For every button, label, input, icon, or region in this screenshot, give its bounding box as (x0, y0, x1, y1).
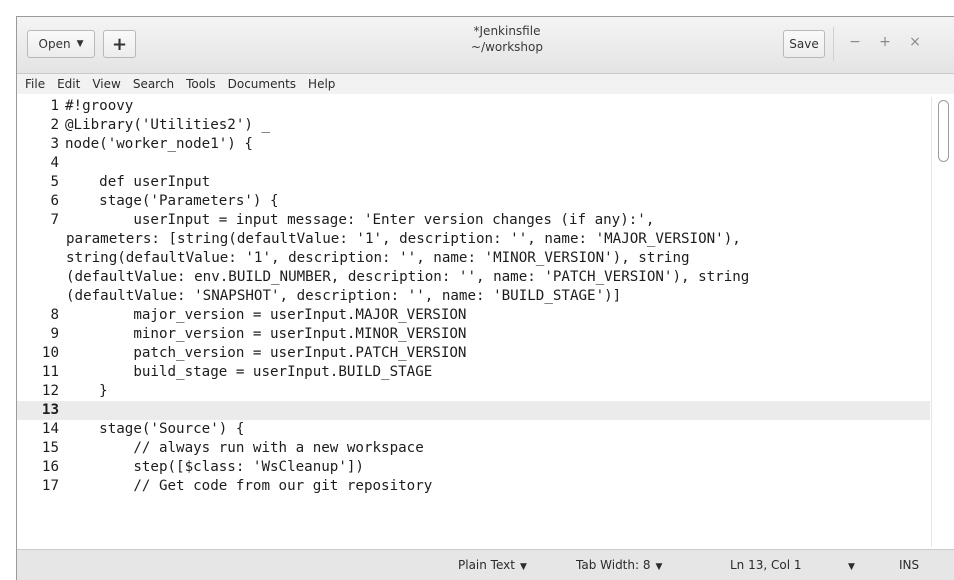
line-text: parameters: [string(defaultValue: '1', d… (66, 231, 741, 247)
line-text: userInput = input message: 'Enter versio… (65, 212, 655, 228)
code-line[interactable]: 7 userInput = input message: 'Enter vers… (17, 211, 930, 230)
menu-edit[interactable]: Edit (51, 74, 86, 94)
line-text: build_stage = userInput.BUILD_STAGE (65, 364, 433, 380)
window-subtitle: ~/workshop (471, 40, 543, 54)
line-number: 9 (50, 326, 59, 342)
cursor-position[interactable]: Ln 13, Col 1 (730, 558, 802, 572)
line-number: 4 (50, 155, 59, 171)
window-title: *Jenkinsfile (473, 24, 541, 38)
line-text: #!groovy (65, 98, 134, 114)
line-text: stage('Source') { (65, 421, 245, 437)
language-label: Plain Text (458, 558, 515, 572)
line-number: 16 (41, 459, 59, 475)
text-editor[interactable]: 1 #!groovy 2 @Library('Utilities2') _ 3 node(… (17, 97, 930, 547)
maximize-button[interactable]: + (877, 34, 893, 50)
code-line[interactable]: 13 (17, 401, 930, 420)
open-button[interactable]: Open ▼ (27, 30, 95, 58)
line-text: step([$class: 'WsCleanup']) (65, 459, 364, 475)
line-number: 17 (41, 478, 59, 494)
insert-mode-indicator[interactable]: INS (899, 558, 919, 572)
chevron-down-icon: ▼ (76, 39, 84, 49)
header-separator (833, 27, 834, 61)
line-number: 8 (50, 307, 59, 323)
code-line[interactable]: 8 major_version = userInput.MAJOR_VERSIO… (17, 306, 930, 325)
code-line[interactable]: (defaultValue: 'SNAPSHOT', description: … (17, 287, 930, 306)
menu-bar: File Edit View Search Tools Documents He… (17, 74, 954, 94)
line-text: @Library('Utilities2') _ (65, 117, 270, 133)
editor-window: Open ▼ + *Jenkinsfile ~/workshop Save − … (16, 16, 954, 580)
line-text: string(defaultValue: '1', description: '… (66, 250, 690, 266)
header-bar: Open ▼ + *Jenkinsfile ~/workshop Save − … (17, 17, 954, 74)
save-button[interactable]: Save (783, 30, 825, 58)
line-text: stage('Parameters') { (65, 193, 279, 209)
language-selector[interactable]: Plain Text ▼ (458, 558, 527, 572)
code-line[interactable]: 2 @Library('Utilities2') _ (17, 116, 930, 135)
line-number: 6 (50, 193, 59, 209)
line-text: } (65, 383, 108, 399)
tab-width-selector[interactable]: Tab Width: 8 ▼ (576, 558, 662, 572)
minimize-button[interactable]: − (847, 34, 863, 50)
line-text: (defaultValue: env.BUILD_NUMBER, descrip… (66, 269, 750, 285)
menu-tools[interactable]: Tools (180, 74, 222, 94)
line-number: 13 (41, 402, 59, 418)
code-line[interactable]: 1 #!groovy (17, 97, 930, 116)
line-text: minor_version = userInput.MINOR_VERSION (65, 326, 467, 342)
line-number: 1 (50, 98, 59, 114)
line-number: 5 (50, 174, 59, 190)
line-text: node('worker_node1') { (65, 136, 253, 152)
code-line[interactable]: 14 stage('Source') { (17, 420, 930, 439)
chevron-down-icon: ▼ (655, 562, 663, 572)
code-line[interactable]: 15 // always run with a new workspace (17, 439, 930, 458)
scrollbar-thumb[interactable] (938, 100, 949, 162)
vertical-scrollbar[interactable] (931, 97, 954, 547)
code-line[interactable]: 9 minor_version = userInput.MINOR_VERSIO… (17, 325, 930, 344)
code-line[interactable]: (defaultValue: env.BUILD_NUMBER, descrip… (17, 268, 930, 287)
line-text: major_version = userInput.MAJOR_VERSION (65, 307, 467, 323)
line-text: patch_version = userInput.PATCH_VERSION (65, 345, 467, 361)
code-line[interactable]: 10 patch_version = userInput.PATCH_VERSI… (17, 344, 930, 363)
code-line[interactable]: 4 (17, 154, 930, 173)
line-number: 3 (50, 136, 59, 152)
menu-help[interactable]: Help (302, 74, 341, 94)
menu-view[interactable]: View (86, 74, 126, 94)
editor-lines: 1 #!groovy 2 @Library('Utilities2') _ 3 node(… (17, 97, 930, 496)
close-button[interactable]: × (907, 34, 923, 50)
title-block: *Jenkinsfile ~/workshop (317, 23, 697, 55)
line-number: 15 (41, 440, 59, 456)
status-bar: Plain Text ▼ Tab Width: 8 ▼ Ln 13, Col 1 ▼… (17, 549, 954, 580)
code-line[interactable]: 16 step([$class: 'WsCleanup']) (17, 458, 930, 477)
line-text: // Get code from our git repository (65, 478, 433, 494)
code-line[interactable]: 5 def userInput (17, 173, 930, 192)
line-number: 7 (50, 212, 59, 228)
line-number: 10 (41, 345, 59, 361)
code-line[interactable]: 17 // Get code from our git repository (17, 477, 930, 496)
code-line[interactable]: 11 build_stage = userInput.BUILD_STAGE (17, 363, 930, 382)
line-number: 11 (41, 364, 59, 380)
code-line[interactable]: 6 stage('Parameters') { (17, 192, 930, 211)
chevron-down-icon: ▼ (519, 562, 527, 572)
line-number: 12 (41, 383, 59, 399)
code-line[interactable]: 12 } (17, 382, 930, 401)
line-text: def userInput (65, 174, 211, 190)
menu-file[interactable]: File (19, 74, 51, 94)
line-number: 2 (50, 117, 59, 133)
new-document-button[interactable]: + (103, 30, 136, 58)
tab-width-label: Tab Width: 8 (576, 558, 651, 572)
menu-search[interactable]: Search (127, 74, 180, 94)
code-line[interactable]: parameters: [string(defaultValue: '1', d… (17, 230, 930, 249)
code-line[interactable]: 3 node('worker_node1') { (17, 135, 930, 154)
line-text: (defaultValue: 'SNAPSHOT', description: … (66, 288, 622, 304)
line-text: // always run with a new workspace (65, 440, 424, 456)
chevron-down-icon[interactable]: ▼ (843, 558, 855, 572)
menu-documents[interactable]: Documents (222, 74, 302, 94)
line-number: 14 (41, 421, 59, 437)
code-line[interactable]: string(defaultValue: '1', description: '… (17, 249, 930, 268)
open-button-label: Open (38, 37, 71, 51)
